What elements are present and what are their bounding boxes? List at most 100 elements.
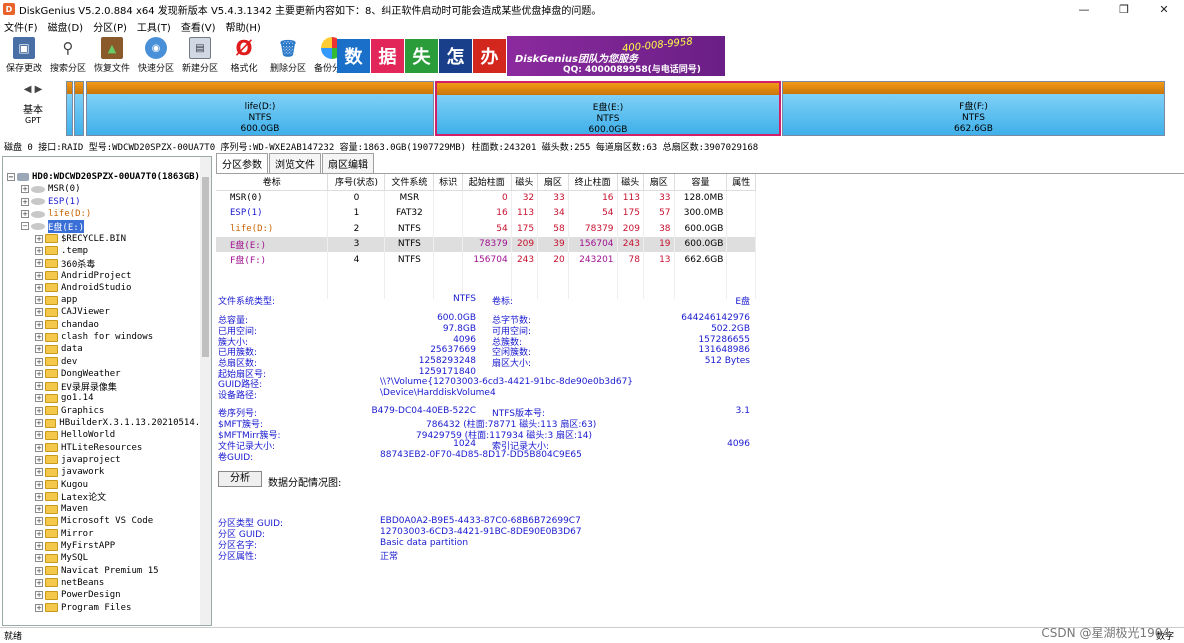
tree-item-folder[interactable]: +360杀毒 (7, 257, 211, 270)
menu-tools[interactable]: 工具(T) (137, 19, 171, 34)
expand-toggle-icon[interactable]: + (35, 406, 43, 415)
expand-toggle-icon[interactable]: + (35, 357, 43, 366)
disk-nav-arrows[interactable]: ◀ ▶ (4, 84, 62, 95)
column-header[interactable]: 容量 (674, 174, 728, 191)
column-header[interactable]: 序号(状态) (327, 174, 386, 191)
expand-toggle-icon[interactable]: + (35, 505, 43, 514)
tree-item-partition[interactable]: − E盘(E:) (7, 219, 211, 233)
analyze-button[interactable]: 分析 (218, 471, 262, 487)
column-header[interactable]: 起始柱面 (462, 174, 512, 191)
tree-item-disk[interactable]: − HD0:WDCWD20SPZX-00UA7T0(1863GB) (7, 171, 211, 183)
tab-sector-edit[interactable]: 扇区编辑 (322, 153, 374, 173)
menu-view[interactable]: 查看(V) (181, 19, 216, 34)
table-row[interactable]: life(D:) 2 NTFS 54 175 58 78379 209 38 600.0GB (216, 221, 756, 237)
new-partition-button[interactable]: ▤ 新建分区 (178, 34, 222, 74)
restore-icon[interactable]: ❐ (1104, 0, 1144, 18)
expand-toggle-icon[interactable]: + (35, 431, 43, 440)
partition-esp-segment[interactable] (74, 81, 84, 136)
tree-item-folder[interactable]: + javawork (7, 466, 211, 478)
tree-item-folder[interactable]: + data (7, 343, 211, 355)
expand-toggle-icon[interactable]: + (35, 566, 43, 575)
tree-item-partition[interactable]: + life(D:) (7, 208, 211, 220)
tree-item-folder[interactable]: + app (7, 294, 211, 306)
menu-partition[interactable]: 分区(P) (93, 19, 127, 34)
tree-item-folder[interactable]: + javaproject (7, 454, 211, 466)
expand-toggle-icon[interactable]: + (35, 542, 43, 551)
expand-toggle-icon[interactable]: + (35, 234, 43, 243)
close-icon[interactable]: ✕ (1144, 0, 1184, 18)
expand-toggle-icon[interactable]: + (35, 394, 43, 403)
expand-toggle-icon[interactable]: + (35, 517, 43, 526)
expand-toggle-icon[interactable]: + (35, 591, 43, 600)
tree-item-folder[interactable]: + Graphics (7, 405, 211, 417)
tree-item-folder[interactable]: + Kugou (7, 478, 211, 490)
partition-msr-segment[interactable] (66, 81, 73, 136)
tree-item-folder[interactable]: + Maven (7, 503, 211, 515)
tree-item-folder[interactable]: + .temp (7, 245, 211, 257)
partition-d-segment[interactable]: life(D:) NTFS 600.0GB (86, 81, 434, 136)
expand-toggle-icon[interactable]: + (35, 603, 43, 612)
tree-item-folder[interactable]: + Mirror (7, 528, 211, 540)
tree-item-folder[interactable]: + MyFirstAPP (7, 540, 211, 552)
expand-toggle-icon[interactable]: + (35, 320, 43, 329)
quick-partition-button[interactable]: ◉ 快速分区 (134, 34, 178, 74)
delete-partition-button[interactable]: 🗑 删除分区 (266, 34, 310, 75)
tree-item-folder[interactable]: + chandao (7, 319, 211, 331)
search-partition-button[interactable]: ⚲ 搜索分区 (46, 34, 90, 74)
expand-toggle-icon[interactable]: + (35, 283, 43, 292)
column-header[interactable]: 属性 (726, 174, 756, 191)
column-header[interactable]: 终止柱面 (568, 174, 618, 191)
column-header[interactable]: 磁头 (511, 174, 539, 191)
tree-item-folder[interactable]: + MySQL (7, 552, 211, 564)
tree-item-partition[interactable]: + ESP(1) (7, 196, 211, 208)
tree-item-folder[interactable]: + Navicat Premium 15 (7, 565, 211, 577)
partition-f-segment[interactable]: F盘(F:) NTFS 662.6GB (782, 81, 1165, 136)
tree-item-folder[interactable]: + AndridProject (7, 269, 211, 281)
tree-item-folder[interactable]: + Microsoft VS Code (7, 515, 211, 527)
expand-toggle-icon[interactable]: + (35, 529, 43, 538)
tree-item-folder[interactable]: + clash for windows (7, 331, 211, 343)
tree-item-folder[interactable]: + AndroidStudio (7, 282, 211, 294)
tree-item-folder[interactable]: + dev (7, 355, 211, 367)
column-header[interactable]: 扇区 (537, 174, 569, 191)
table-row[interactable]: MSR(0) 0 MSR 0 32 33 16 113 33 128.0MB (216, 190, 756, 206)
tab-browse-files[interactable]: 浏览文件 (269, 153, 321, 173)
expand-toggle-icon[interactable]: + (35, 296, 43, 305)
recover-files-button[interactable]: ▲ 恢复文件 (90, 34, 134, 74)
tree-scrollbar[interactable] (200, 157, 211, 625)
expand-toggle-icon[interactable]: + (35, 468, 43, 477)
banner-ad[interactable]: 数 据 失 怎 办 DiskGenius团队为您服务 400-008-9958 … (337, 36, 725, 76)
table-row[interactable]: E盘(E:) 3 NTFS 78379 209 39 156704 243 19 600.0GB (216, 236, 756, 252)
tree-item-folder[interactable]: + $RECYCLE.BIN (7, 232, 211, 244)
expand-toggle-icon[interactable]: + (35, 246, 43, 255)
expand-toggle-icon[interactable]: + (21, 185, 29, 194)
tree-item-folder[interactable]: + PowerDesign (7, 589, 211, 601)
expand-toggle-icon[interactable]: + (35, 419, 43, 428)
tree-item-folder[interactable]: + CAJViewer (7, 306, 211, 318)
expand-toggle-icon[interactable]: + (35, 578, 43, 587)
expand-toggle-icon[interactable]: + (35, 554, 43, 563)
expand-toggle-icon[interactable]: + (35, 443, 43, 452)
menu-help[interactable]: 帮助(H) (226, 19, 261, 34)
tree-item-partition[interactable]: + MSR(0) (7, 183, 211, 195)
tab-partition-params[interactable]: 分区参数 (216, 153, 268, 173)
tree-item-folder[interactable]: + HTLiteResources (7, 442, 211, 454)
expand-toggle-icon[interactable]: + (35, 308, 43, 317)
column-header[interactable]: 文件系统 (384, 174, 435, 191)
column-header[interactable]: 卷标 (216, 174, 329, 191)
partition-e-segment[interactable]: E盘(E:) NTFS 600.0GB (435, 81, 781, 136)
tree-item-folder[interactable]: + HelloWorld (7, 429, 211, 441)
expand-toggle-icon[interactable]: − (7, 173, 15, 182)
menu-file[interactable]: 文件(F) (4, 19, 38, 34)
tree-item-folder[interactable]: + DongWeather (7, 368, 211, 380)
expand-toggle-icon[interactable]: + (35, 271, 43, 280)
tree-item-folder[interactable]: + HBuilderX.3.1.13.20210514.fu (7, 417, 211, 429)
tree-item-folder[interactable]: + EV录屏录像集 (7, 380, 211, 393)
expand-toggle-icon[interactable]: + (35, 259, 43, 268)
tree-item-folder[interactable]: + Latex论文 (7, 491, 211, 503)
save-button[interactable]: ▣ 保存更改 (2, 34, 46, 74)
column-header[interactable]: 扇区 (643, 174, 675, 191)
expand-toggle-icon[interactable]: + (35, 492, 43, 501)
table-row[interactable]: F盘(F:) 4 NTFS 156704 243 20 243201 78 13 662.6GB (216, 252, 756, 268)
format-button[interactable]: Ø 格式化 (222, 34, 266, 74)
